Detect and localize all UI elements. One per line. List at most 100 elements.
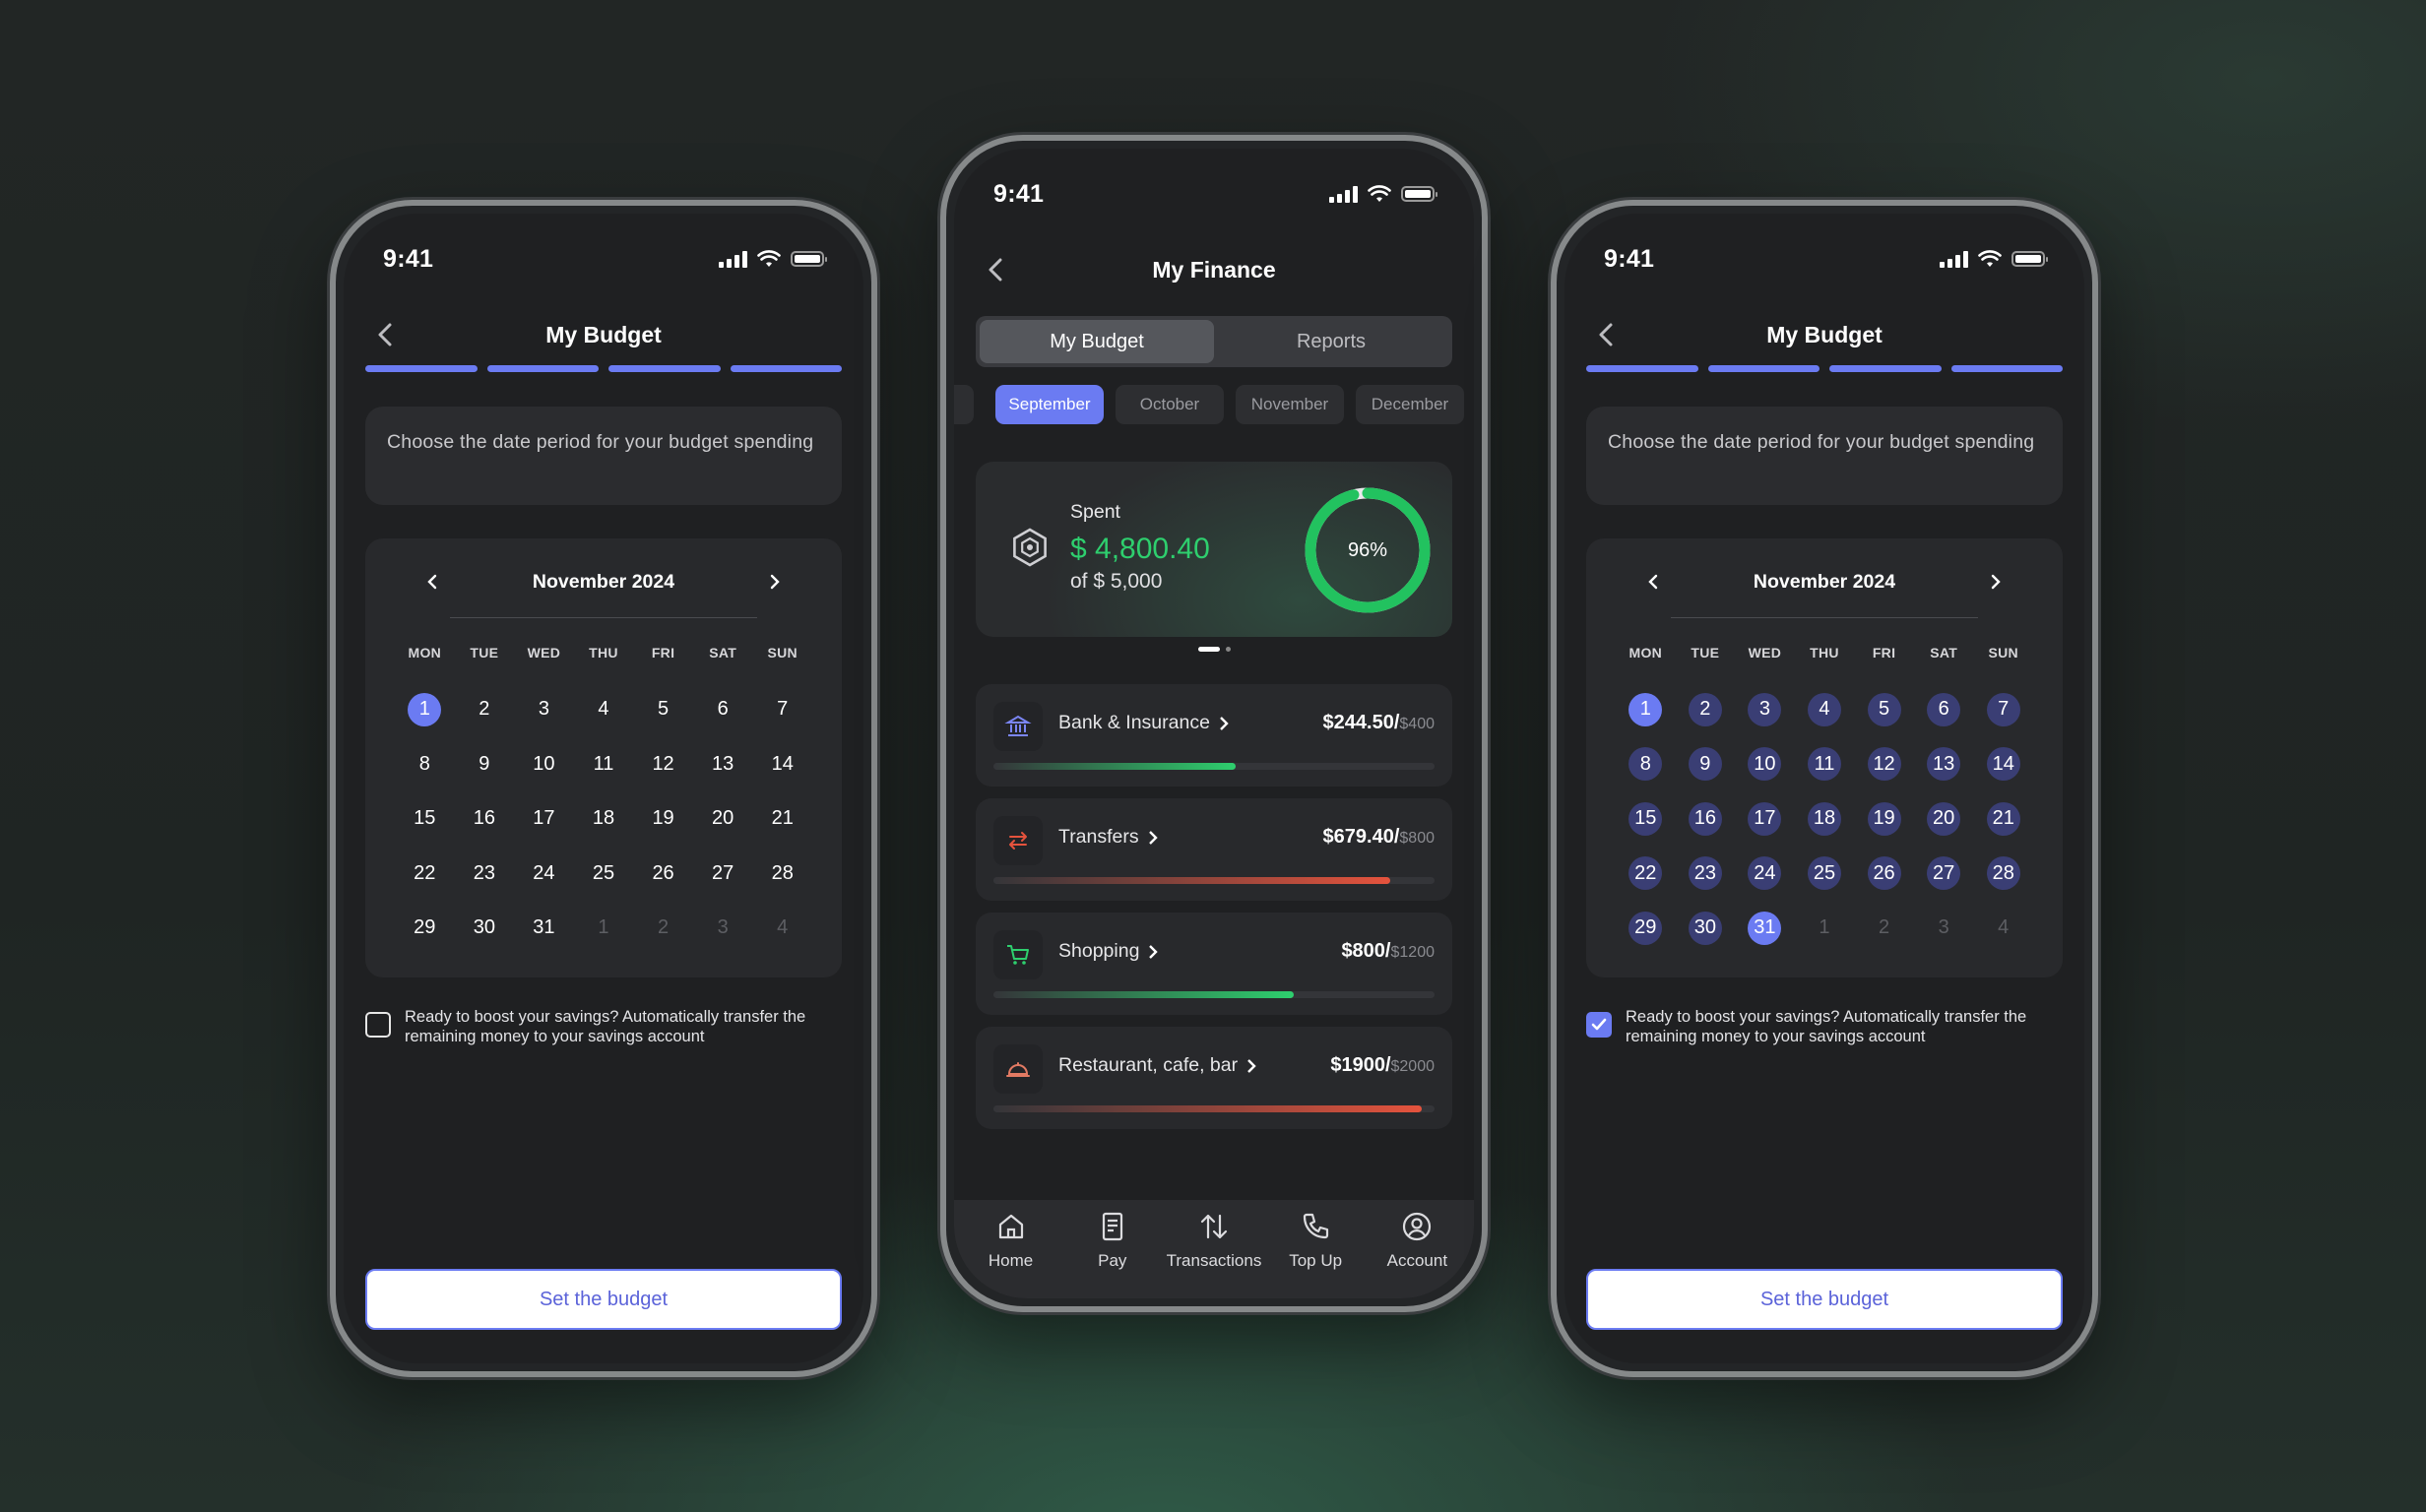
- calendar-day[interactable]: 30: [455, 901, 515, 956]
- calendar-day[interactable]: 4: [1795, 682, 1855, 737]
- calendar-day[interactable]: 21: [1973, 791, 2033, 847]
- prev-month-icon[interactable]: [1639, 568, 1667, 596]
- month-chip-december[interactable]: December: [1356, 385, 1464, 424]
- nav-transactions[interactable]: Transactions: [1165, 1210, 1263, 1298]
- day-number: 27: [1927, 856, 1961, 891]
- day-number: 3: [538, 698, 549, 721]
- calendar-day[interactable]: 29: [1616, 901, 1676, 956]
- calendar-day[interactable]: 17: [514, 791, 574, 847]
- savings-option: Ready to boost your savings? Automatical…: [365, 1007, 840, 1046]
- month-chip-september[interactable]: September: [995, 385, 1104, 424]
- calendar-day[interactable]: 28: [752, 847, 812, 902]
- calendar-day[interactable]: 9: [1676, 737, 1736, 792]
- calendar-day[interactable]: 31: [1735, 901, 1795, 956]
- calendar-day[interactable]: 11: [1795, 737, 1855, 792]
- calendar-day[interactable]: 31: [514, 901, 574, 956]
- calendar-day[interactable]: 3: [514, 682, 574, 737]
- calendar-day[interactable]: 20: [1914, 791, 1974, 847]
- calendar-day[interactable]: 6: [693, 682, 753, 737]
- calendar-day[interactable]: 11: [574, 737, 634, 792]
- calendar-day[interactable]: 26: [633, 847, 693, 902]
- back-arrow-icon[interactable]: [1590, 318, 1624, 351]
- month-chip-october[interactable]: October: [1116, 385, 1224, 424]
- next-month-icon[interactable]: [761, 568, 789, 596]
- day-number: 20: [1927, 801, 1961, 836]
- calendar-day[interactable]: 16: [455, 791, 515, 847]
- calendar-day[interactable]: 27: [1914, 847, 1974, 902]
- calendar-day[interactable]: 25: [574, 847, 634, 902]
- calendar-day[interactable]: 18: [574, 791, 634, 847]
- savings-checkbox[interactable]: [365, 1012, 391, 1038]
- calendar-day[interactable]: 15: [395, 791, 455, 847]
- nav-account[interactable]: Account: [1368, 1210, 1466, 1298]
- category-bank-insurance[interactable]: Bank & Insurance $244.50/$400: [976, 684, 1452, 787]
- calendar-day[interactable]: 18: [1795, 791, 1855, 847]
- calendar-day[interactable]: 23: [455, 847, 515, 902]
- calendar-day[interactable]: 5: [633, 682, 693, 737]
- calendar-day[interactable]: 29: [395, 901, 455, 956]
- calendar-day[interactable]: 15: [1616, 791, 1676, 847]
- calendar-day[interactable]: 5: [1854, 682, 1914, 737]
- next-month-icon[interactable]: [1982, 568, 2010, 596]
- calendar-day[interactable]: 23: [1676, 847, 1736, 902]
- calendar-day[interactable]: 2: [455, 682, 515, 737]
- weekday-label: SUN: [1988, 645, 2018, 661]
- calendar-day[interactable]: 24: [514, 847, 574, 902]
- nav-label: Pay: [1098, 1251, 1127, 1270]
- spent-label: Spent: [1070, 501, 1120, 523]
- calendar-day[interactable]: 24: [1735, 847, 1795, 902]
- calendar-day[interactable]: 17: [1735, 791, 1795, 847]
- nav-pay[interactable]: Pay: [1063, 1210, 1162, 1298]
- calendar-day[interactable]: 8: [395, 737, 455, 792]
- prev-month-icon[interactable]: [418, 568, 446, 596]
- nav-top-up[interactable]: Top Up: [1266, 1210, 1365, 1298]
- calendar-day[interactable]: 4: [574, 682, 634, 737]
- calendar-day[interactable]: 13: [1914, 737, 1974, 792]
- day-number: 17: [1748, 801, 1782, 836]
- calendar-day[interactable]: 8: [1616, 737, 1676, 792]
- calendar-day[interactable]: 14: [1973, 737, 2033, 792]
- calendar-day[interactable]: 20: [693, 791, 753, 847]
- set-budget-button[interactable]: Set the budget: [1586, 1269, 2063, 1330]
- day-number: 6: [717, 698, 729, 721]
- calendar-day[interactable]: 7: [1973, 682, 2033, 737]
- calendar-day[interactable]: 25: [1795, 847, 1855, 902]
- calendar-day[interactable]: 26: [1854, 847, 1914, 902]
- battery-icon: [791, 251, 827, 267]
- month-chip-november[interactable]: November: [1236, 385, 1344, 424]
- calendar-day[interactable]: 3: [1735, 682, 1795, 737]
- back-arrow-icon[interactable]: [369, 318, 403, 351]
- calendar-day[interactable]: 14: [752, 737, 812, 792]
- calendar-day[interactable]: 22: [1616, 847, 1676, 902]
- calendar-day[interactable]: 10: [514, 737, 574, 792]
- calendar-day[interactable]: 1: [395, 682, 455, 737]
- category-transfers[interactable]: Transfers $679.40/$800: [976, 798, 1452, 901]
- calendar-day[interactable]: 9: [455, 737, 515, 792]
- nav-home[interactable]: Home: [962, 1210, 1060, 1298]
- tab-reports[interactable]: Reports: [1214, 320, 1448, 363]
- calendar-day[interactable]: 6: [1914, 682, 1974, 737]
- calendar-day[interactable]: 27: [693, 847, 753, 902]
- month-chip-previous[interactable]: [954, 385, 974, 424]
- category-restaurant[interactable]: Restaurant, cafe, bar $1900/$2000: [976, 1027, 1452, 1129]
- calendar-day[interactable]: 12: [1854, 737, 1914, 792]
- tab-my-budget[interactable]: My Budget: [980, 320, 1214, 363]
- calendar-day[interactable]: 13: [693, 737, 753, 792]
- calendar-day[interactable]: 28: [1973, 847, 2033, 902]
- calendar-day[interactable]: 30: [1676, 901, 1736, 956]
- calendar-day[interactable]: 10: [1735, 737, 1795, 792]
- back-arrow-icon[interactable]: [980, 253, 1013, 286]
- calendar-day[interactable]: 21: [752, 791, 812, 847]
- calendar-day[interactable]: 1: [1616, 682, 1676, 737]
- savings-checkbox[interactable]: [1586, 1012, 1612, 1038]
- calendar-day[interactable]: 2: [1676, 682, 1736, 737]
- calendar-day[interactable]: 19: [1854, 791, 1914, 847]
- calendar-day[interactable]: 16: [1676, 791, 1736, 847]
- category-shopping[interactable]: Shopping $800/$1200: [976, 913, 1452, 1015]
- calendar-day[interactable]: 19: [633, 791, 693, 847]
- calendar-month: November 2024: [532, 570, 675, 593]
- calendar-day[interactable]: 7: [752, 682, 812, 737]
- calendar-day[interactable]: 22: [395, 847, 455, 902]
- calendar-day[interactable]: 12: [633, 737, 693, 792]
- set-budget-button[interactable]: Set the budget: [365, 1269, 842, 1330]
